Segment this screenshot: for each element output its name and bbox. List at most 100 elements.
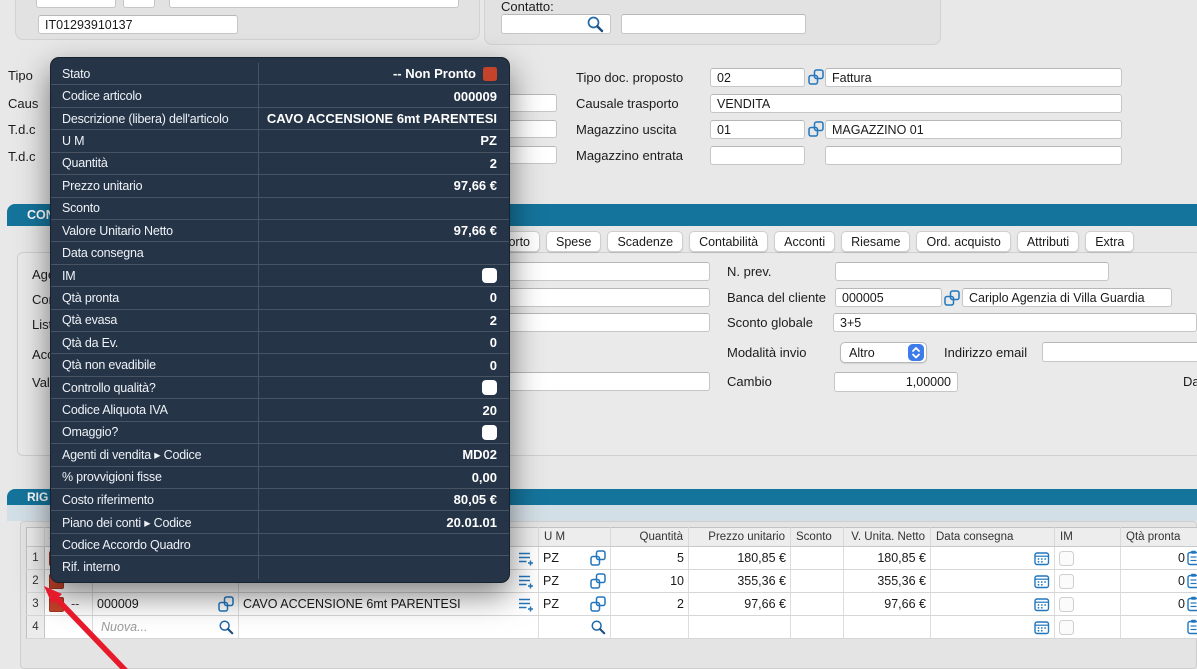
descrizione-cell[interactable]: CAVO ACCENSIONE 6mt PARENTESI (239, 593, 539, 616)
cambio-field[interactable]: 1,00000 (834, 372, 958, 392)
im-checkbox[interactable] (1059, 597, 1074, 612)
col-header-rownum (27, 528, 45, 547)
prezzo-cell[interactable]: 180,85 € (689, 547, 791, 570)
banca-code: 000005 (842, 291, 884, 305)
search-icon[interactable] (218, 619, 234, 635)
quantita-value: 10 (670, 574, 684, 588)
im-cell[interactable] (1055, 570, 1121, 593)
um-cell[interactable] (539, 616, 611, 639)
calendar-icon[interactable] (1034, 597, 1050, 612)
qta-pronta-cell[interactable]: 0 (1121, 547, 1197, 570)
stato-cell[interactable]: -- (45, 593, 93, 616)
sconto-cell[interactable] (791, 547, 844, 570)
quantita-cell[interactable]: 2 (611, 593, 689, 616)
vun-cell[interactable] (844, 616, 931, 639)
im-cell[interactable] (1055, 547, 1121, 570)
im-cell[interactable] (1055, 616, 1121, 639)
vun-cell[interactable]: 97,66 € (844, 593, 931, 616)
modalita-invio-select[interactable]: Altro (840, 342, 927, 363)
inspector-value: 2 (490, 156, 497, 171)
prezzo-cell[interactable] (689, 616, 791, 639)
tab[interactable]: Scadenze (607, 231, 683, 252)
sconto-cell[interactable] (791, 570, 844, 593)
add-lines-icon[interactable] (518, 551, 534, 566)
data-consegna-cell[interactable] (931, 570, 1055, 593)
search-icon[interactable] (590, 619, 606, 635)
partial-field-3[interactable] (169, 0, 459, 8)
magazzino-entrata-desc-field[interactable] (825, 146, 1122, 165)
qta-pronta-cell[interactable]: 0 (1121, 570, 1197, 593)
partial-field-1[interactable] (36, 0, 116, 8)
select-stepper-icon[interactable] (908, 344, 924, 361)
im-checkbox[interactable] (1059, 551, 1074, 566)
codice-cell[interactable]: 000009 (93, 593, 239, 616)
causale-trasporto-field[interactable]: VENDITA (710, 94, 1122, 113)
tab[interactable]: Acconti (774, 231, 835, 252)
tab[interactable]: Attributi (1017, 231, 1079, 252)
link-icon[interactable] (590, 596, 606, 612)
data-consegna-cell[interactable] (931, 547, 1055, 570)
sconto-cell[interactable] (791, 593, 844, 616)
add-lines-icon[interactable] (518, 597, 534, 612)
sconto-globale-field[interactable]: 3+5 (833, 313, 1197, 332)
qty-detail-icon[interactable] (1187, 550, 1197, 566)
um-cell[interactable]: PZ (539, 547, 611, 570)
tab[interactable]: Riesame (841, 231, 910, 252)
qta-pronta-cell[interactable]: 0 (1121, 593, 1197, 616)
qta-pronta-cell[interactable] (1121, 616, 1197, 639)
contact-name-field[interactable] (621, 14, 806, 34)
link-icon[interactable] (590, 573, 606, 589)
vun-cell[interactable]: 355,36 € (844, 570, 931, 593)
quantita-cell[interactable]: 10 (611, 570, 689, 593)
tab[interactable]: Contabilità (689, 231, 768, 252)
qty-detail-icon[interactable] (1187, 596, 1197, 612)
add-lines-icon[interactable] (518, 574, 534, 589)
um-cell[interactable]: PZ (539, 570, 611, 593)
link-icon[interactable] (590, 550, 606, 566)
n-prev-field[interactable] (835, 262, 1109, 281)
sconto-cell[interactable] (791, 616, 844, 639)
tab[interactable]: Extra (1085, 231, 1134, 252)
indirizzo-email-field[interactable] (1042, 342, 1197, 362)
descrizione-cell[interactable] (239, 616, 539, 639)
im-checkbox[interactable] (1059, 574, 1074, 589)
quantita-cell[interactable]: 5 (611, 547, 689, 570)
im-cell[interactable] (1055, 593, 1121, 616)
table-row[interactable]: 4 Nuova... (27, 616, 1197, 639)
um-cell[interactable]: PZ (539, 593, 611, 616)
tab[interactable]: Ord. acquisto (916, 231, 1010, 252)
banca-code-field[interactable]: 000005 (835, 288, 942, 307)
tab[interactable]: Spese (546, 231, 601, 252)
quantita-cell[interactable] (611, 616, 689, 639)
calendar-icon[interactable] (1034, 620, 1050, 635)
link-icon[interactable] (218, 596, 234, 612)
codice-cell[interactable]: Nuova... (93, 616, 239, 639)
tipo-doc-code-field[interactable]: 02 (710, 68, 805, 87)
qty-detail-icon[interactable] (1187, 619, 1197, 635)
calendar-icon[interactable] (1034, 551, 1050, 566)
link-icon[interactable] (944, 290, 960, 306)
inspector-row: Stato -- Non Pronto (51, 63, 509, 85)
data-consegna-cell[interactable] (931, 616, 1055, 639)
search-icon[interactable] (586, 15, 604, 33)
banca-desc-field[interactable]: Cariplo Agenzia di Villa Guardia (962, 288, 1172, 307)
data-consegna-cell[interactable] (931, 593, 1055, 616)
vun-cell[interactable]: 180,85 € (844, 547, 931, 570)
magazzino-uscita-desc-field[interactable]: MAGAZZINO 01 (825, 120, 1122, 139)
link-icon[interactable] (808, 69, 824, 85)
magazzino-uscita-code-field[interactable]: 01 (710, 120, 805, 139)
table-row[interactable]: 3 -- 000009 (27, 593, 1197, 616)
tipo-doc-desc-field[interactable]: Fattura (825, 68, 1122, 87)
stato-cell[interactable] (45, 616, 93, 639)
partial-field-2[interactable] (123, 0, 155, 8)
qty-detail-icon[interactable] (1187, 573, 1197, 589)
link-icon[interactable] (808, 121, 824, 137)
vat-number-field[interactable]: IT01293910137 (38, 15, 238, 34)
im-checkbox[interactable] (1059, 620, 1074, 635)
prezzo-cell[interactable]: 97,66 € (689, 593, 791, 616)
inspector-value-cell (259, 425, 509, 440)
prezzo-cell[interactable]: 355,36 € (689, 570, 791, 593)
contact-search-field[interactable] (501, 14, 611, 34)
calendar-icon[interactable] (1034, 574, 1050, 589)
magazzino-entrata-code-field[interactable] (710, 146, 805, 165)
